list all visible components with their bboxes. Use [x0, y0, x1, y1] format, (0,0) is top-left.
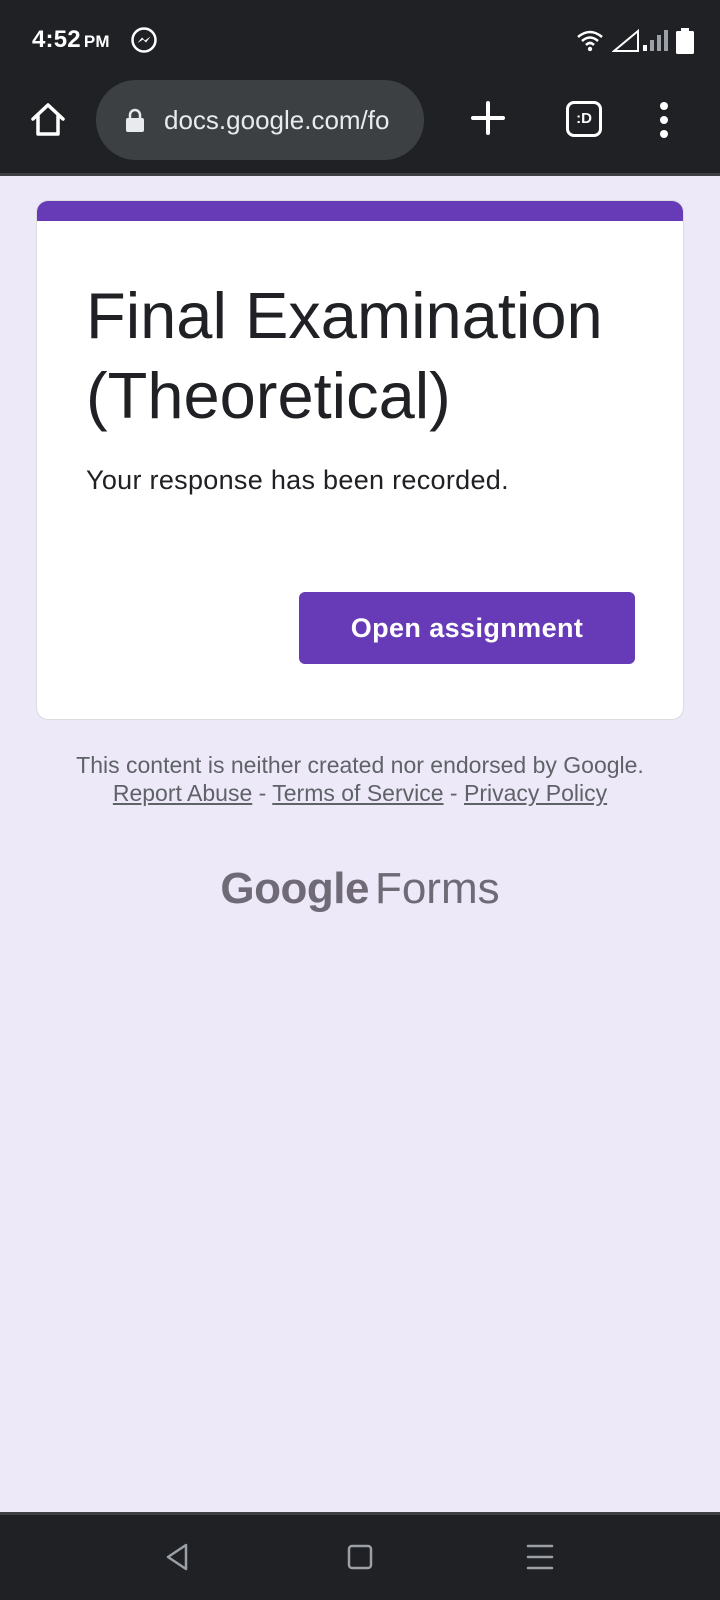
back-icon[interactable] [158, 1537, 198, 1577]
confirmation-card: Final Examination (Theoretical) Your res… [36, 200, 684, 720]
card-accent-bar [37, 201, 683, 221]
separator: - [443, 780, 464, 806]
messenger-icon [131, 27, 157, 53]
signal-icon [612, 29, 668, 52]
status-time: 4:52 PM [32, 26, 110, 54]
home-icon[interactable] [28, 100, 68, 140]
wifi-icon [577, 30, 603, 52]
page-content: Final Examination (Theoretical) Your res… [0, 179, 720, 1512]
system-nav-bar [0, 1512, 720, 1600]
logo-google-text: Google [220, 864, 369, 913]
footer-disclaimer: This content is neither created nor endo… [70, 751, 650, 807]
confirmation-message: Your response has been recorded. [86, 465, 509, 495]
lock-icon [126, 108, 144, 132]
battery-icon [676, 28, 694, 54]
url-text[interactable]: docs.google.com/fo [164, 105, 389, 136]
terms-of-service-link[interactable]: Terms of Service [272, 780, 443, 806]
more-vert-icon[interactable] [654, 100, 674, 140]
open-assignment-button[interactable]: Open assignment [299, 592, 635, 664]
status-clock: 4:52 [32, 26, 81, 53]
form-title: Final Examination (Theoretical) [86, 279, 603, 432]
google-forms-logo[interactable]: Google Forms [0, 864, 720, 914]
tabs-icon[interactable]: :D [566, 101, 602, 137]
status-ampm: PM [83, 32, 110, 51]
report-abuse-link[interactable]: Report Abuse [113, 780, 252, 806]
recents-icon[interactable] [520, 1537, 560, 1577]
address-bar[interactable]: docs.google.com/fo [96, 80, 424, 160]
disclaimer-text: This content is neither created nor endo… [76, 752, 644, 778]
status-bar: 4:52 PM [0, 0, 720, 80]
privacy-policy-link[interactable]: Privacy Policy [464, 780, 607, 806]
plus-icon[interactable] [470, 100, 506, 136]
browser-toolbar: docs.google.com/fo :D [0, 80, 720, 176]
home-nav-icon[interactable] [340, 1537, 380, 1577]
logo-forms-text: Forms [374, 864, 500, 913]
status-icons [576, 28, 694, 54]
separator: - [252, 780, 273, 806]
